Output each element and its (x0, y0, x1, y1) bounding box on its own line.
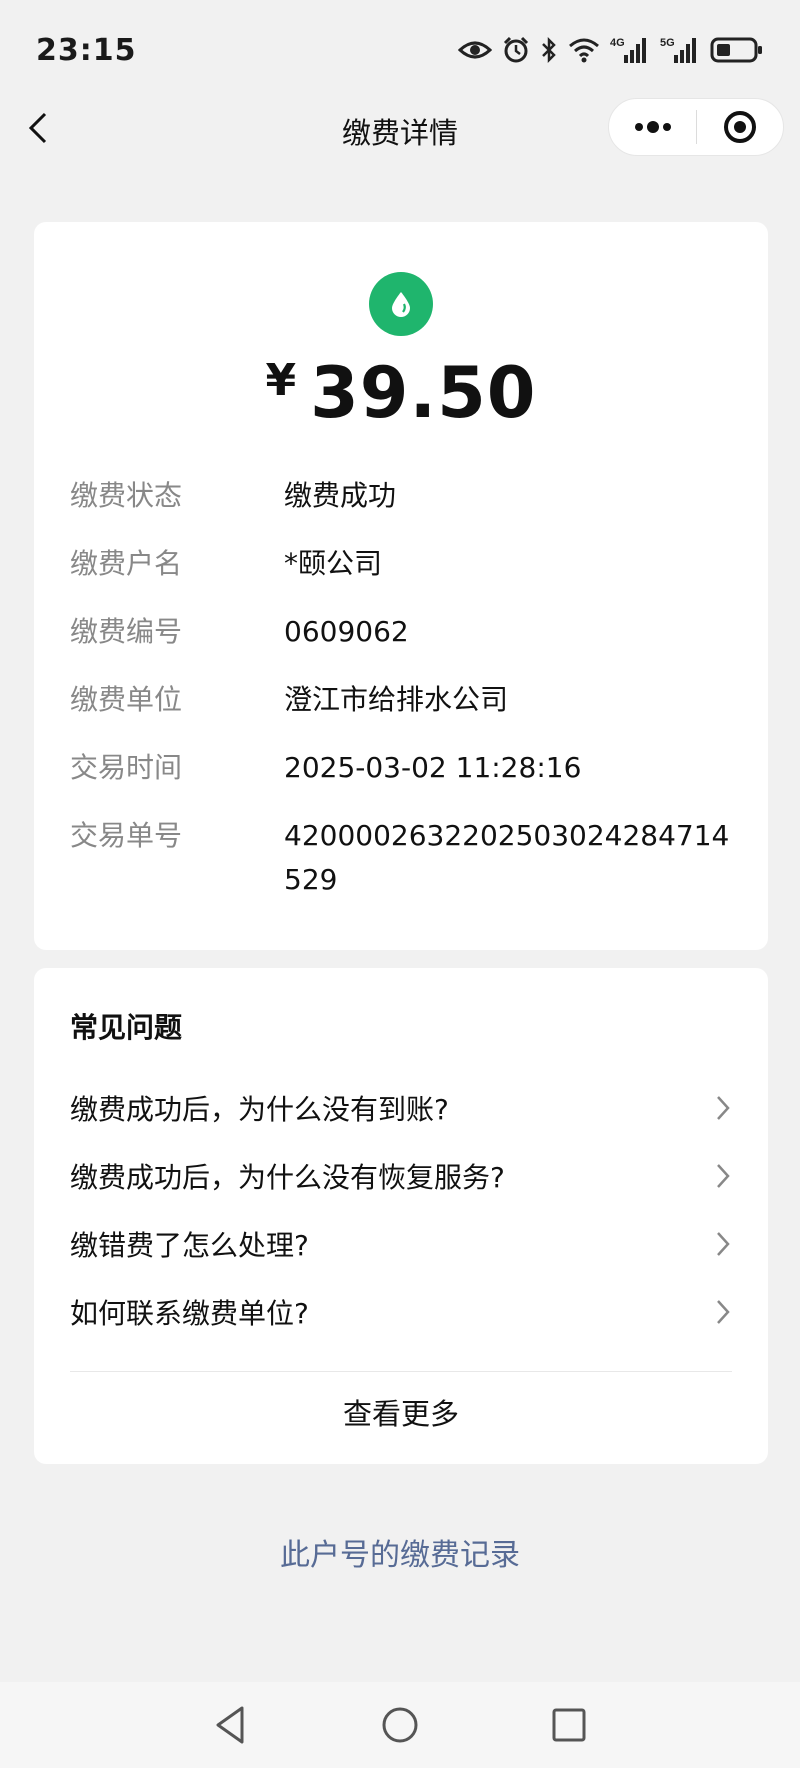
water-drop-icon (369, 272, 433, 336)
info-label: 缴费单位 (70, 683, 183, 716)
faq-item-label: 如何联系缴费单位? (70, 1297, 309, 1330)
signal-5g-icon: 5G (660, 37, 696, 63)
currency-symbol: ¥ (265, 355, 297, 406)
signal-4g-label: 4G (610, 37, 625, 49)
more-button[interactable] (609, 99, 696, 155)
faq-divider (70, 1371, 732, 1372)
info-label: 缴费状态 (70, 479, 183, 512)
info-value: 澄江市给排水公司 (284, 683, 509, 716)
bluetooth-icon (542, 36, 556, 64)
info-value: 0609062 (284, 615, 409, 648)
info-value: *颐公司 (284, 547, 383, 580)
info-value[interactable]: 4200002632202503024284714529 (284, 814, 744, 902)
wifi-icon (569, 38, 599, 63)
battery-icon (710, 37, 762, 63)
faq-item[interactable]: 缴错费了怎么处理? (70, 1214, 732, 1274)
signal-5g-label: 5G (660, 37, 675, 49)
status-bar: 23:15 4G 5G (0, 0, 800, 100)
nav-bar: 缴费详情 (0, 96, 800, 160)
faq-item[interactable]: 缴费成功后，为什么没有恢复服务? (70, 1146, 732, 1206)
payment-detail-card: ¥39.50 缴费状态 缴费成功 缴费户名 *颐公司 缴费编号 0609062 … (34, 222, 768, 950)
faq-title: 常见问题 (70, 1011, 183, 1044)
faq-item-label: 缴错费了怎么处理? (70, 1229, 309, 1262)
chevron-right-icon (717, 1164, 730, 1188)
more-dots-icon (634, 121, 671, 133)
chevron-right-icon (717, 1232, 730, 1256)
info-label: 交易单号 (70, 819, 183, 852)
info-value: 缴费成功 (284, 479, 397, 512)
view-more-button[interactable]: 查看更多 (34, 1384, 768, 1444)
recents-square-icon[interactable] (546, 1702, 592, 1748)
info-label: 交易时间 (70, 751, 183, 784)
faq-item[interactable]: 如何联系缴费单位? (70, 1282, 732, 1342)
status-time: 23:15 (36, 32, 137, 68)
mini-program-capsule (608, 98, 784, 156)
faq-item-label: 缴费成功后，为什么没有到账? (70, 1093, 449, 1126)
eye-icon (458, 41, 492, 59)
amount-value: 39.50 (310, 352, 537, 434)
signal-4g-icon: 4G (610, 37, 646, 63)
target-close-icon (723, 111, 756, 143)
status-icons: 4G 5G (458, 35, 764, 65)
faq-item-label: 缴费成功后，为什么没有恢复服务? (70, 1161, 505, 1194)
faq-card: 常见问题 缴费成功后，为什么没有到账? 缴费成功后，为什么没有恢复服务? 缴错费… (34, 968, 768, 1464)
faq-item[interactable]: 缴费成功后，为什么没有到账? (70, 1078, 732, 1138)
water-drop-glyph (392, 292, 410, 317)
system-nav-bar (0, 1682, 800, 1768)
info-value: 2025-03-02 11:28:16 (284, 751, 582, 784)
chevron-right-icon (717, 1096, 730, 1120)
info-label: 缴费户名 (70, 547, 183, 580)
info-label: 缴费编号 (70, 615, 183, 648)
back-triangle-icon[interactable] (208, 1702, 254, 1748)
chevron-right-icon (717, 1300, 730, 1324)
payment-record-link[interactable]: 此户号的缴费记录 (0, 1530, 800, 1574)
alarm-icon (503, 36, 529, 63)
home-circle-icon[interactable] (377, 1702, 423, 1748)
close-button[interactable] (697, 99, 783, 155)
payment-amount: ¥39.50 (34, 352, 768, 434)
